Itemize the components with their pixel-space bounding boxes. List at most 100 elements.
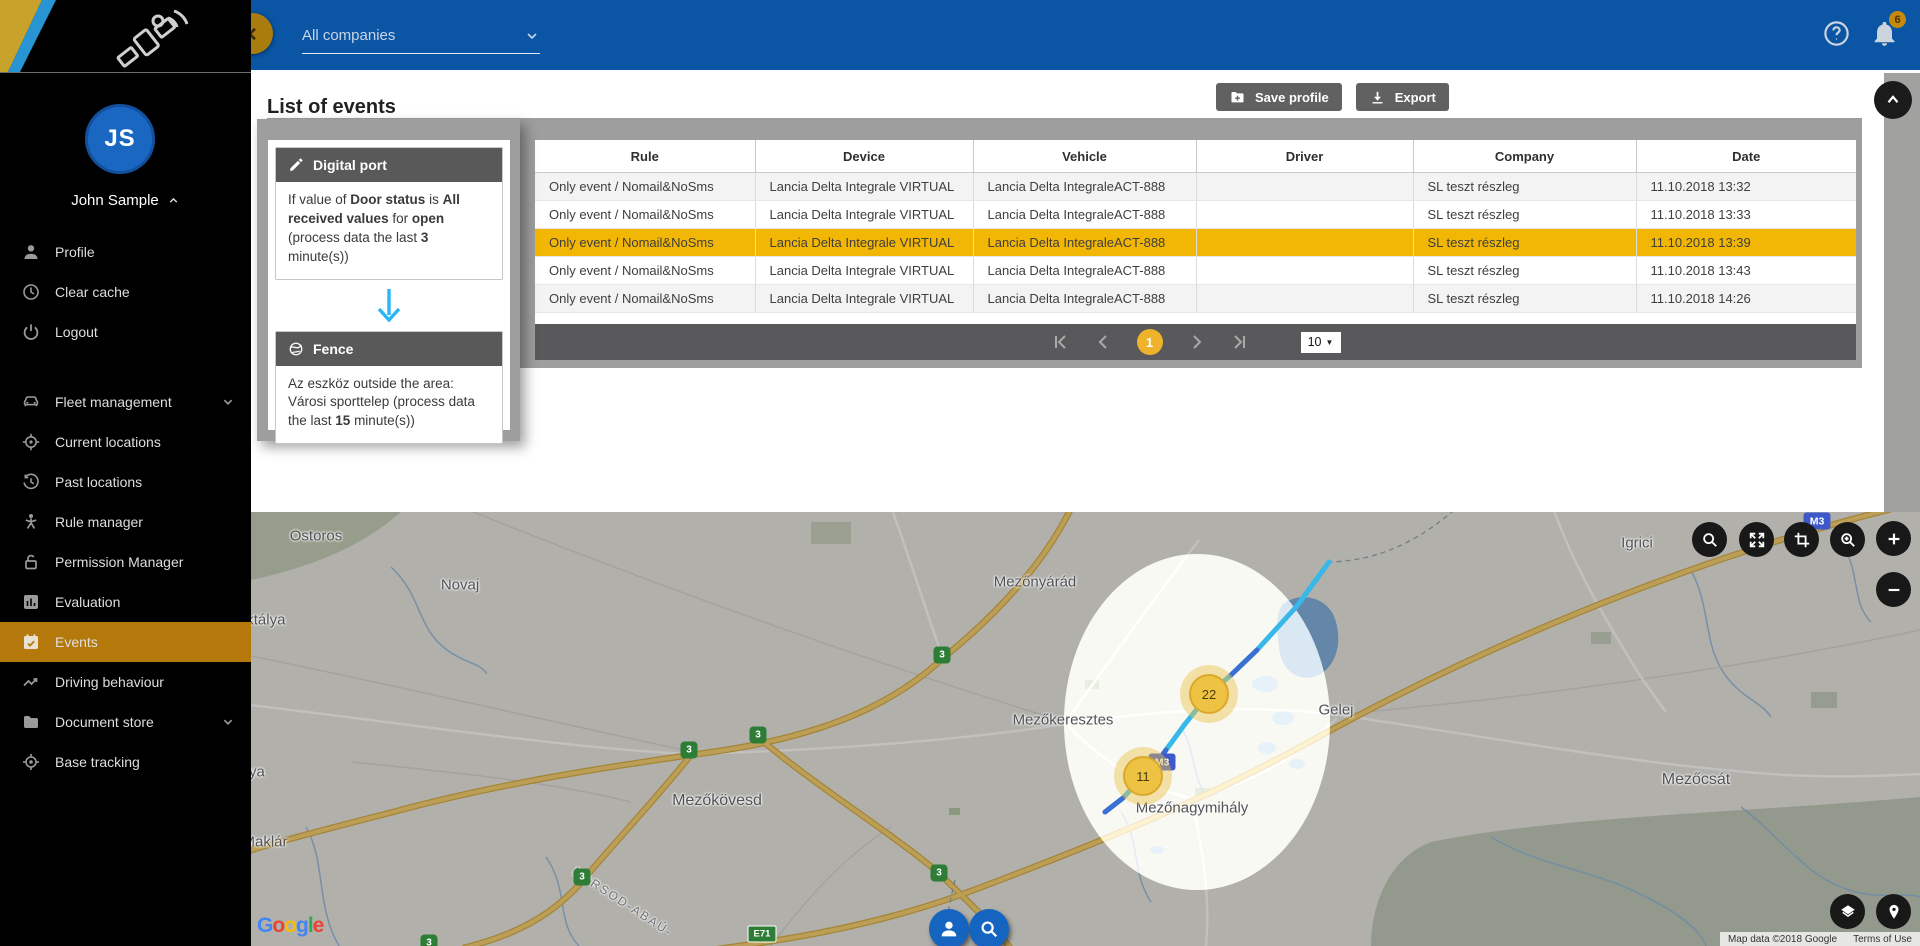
user-name: John Sample (71, 192, 159, 209)
table-row[interactable]: Only event / Nomail&NoSmsLancia Delta In… (535, 257, 1856, 285)
avatar[interactable]: JS (85, 104, 155, 174)
notifications-button[interactable]: 6 (1870, 19, 1899, 48)
sidebar-item-label: Fleet management (55, 394, 172, 410)
previous-page-button[interactable] (1094, 333, 1112, 351)
sidebar-item-clear-cache[interactable]: Clear cache (0, 272, 251, 312)
table-cell: Lancia Delta Integrale VIRTUAL (755, 229, 973, 257)
scroll-to-top-button[interactable] (1874, 81, 1912, 119)
sidebar-item-label: Current locations (55, 434, 161, 450)
history-icon (21, 472, 41, 492)
map-zoom-area-button[interactable] (1830, 522, 1865, 557)
sidebar-item-driving-behaviour[interactable]: Driving behaviour (0, 662, 251, 702)
help-icon (1822, 19, 1851, 48)
column-header[interactable]: Rule (535, 140, 755, 173)
rule-card-title: Fence (313, 341, 353, 357)
map-search-button[interactable] (1692, 522, 1727, 557)
export-label: Export (1395, 90, 1436, 105)
table-cell: Lancia Delta Integrale VIRTUAL (755, 201, 973, 229)
table-header-row: RuleDeviceVehicleDriverCompanyDate (535, 140, 1856, 173)
sidebar-item-label: Logout (55, 324, 98, 340)
export-button[interactable]: Export (1356, 83, 1449, 111)
table-row[interactable]: Only event / Nomail&NoSmsLancia Delta In… (535, 173, 1856, 201)
column-header[interactable]: Driver (1196, 140, 1413, 173)
map-zoom-out-button[interactable] (1876, 572, 1911, 607)
event-cluster-marker[interactable]: 22 (1180, 665, 1238, 723)
sidebar-item-events[interactable]: Events (0, 622, 251, 662)
chevron-up-icon (1884, 91, 1902, 109)
sidebar-item-label: Rule manager (55, 514, 143, 530)
table-cell: Only event / Nomail&NoSms (535, 173, 755, 201)
map-town-label: Gelej (1318, 702, 1353, 719)
table-cell: Lancia Delta IntegraleACT-888 (973, 229, 1196, 257)
rule-card-digital-port[interactable]: Digital port If value of Door status is … (275, 147, 503, 280)
road-badge-3: 3 (934, 647, 951, 664)
download-icon (1369, 89, 1386, 106)
map-layers-button[interactable] (1830, 894, 1865, 929)
current-page-indicator[interactable]: 1 (1137, 329, 1163, 355)
company-select[interactable]: All companies (302, 27, 540, 54)
road-badge-3: 3 (574, 869, 591, 886)
sidebar-item-document-store[interactable]: Document store (0, 702, 251, 742)
map-area-select-button[interactable] (1784, 522, 1819, 557)
table-cell (1196, 229, 1413, 257)
sidebar-item-label: Profile (55, 244, 95, 260)
table-cell: 11.10.2018 13:43 (1636, 257, 1856, 285)
terms-of-use-link[interactable]: Terms of Use (1853, 934, 1912, 945)
sidebar-item-logout[interactable]: Logout (0, 312, 251, 352)
driver-locator-button[interactable] (929, 909, 969, 946)
road-badge-e71: E71 (748, 926, 777, 943)
chevron-up-icon (167, 194, 180, 207)
my-location-button[interactable] (1876, 894, 1911, 929)
sidebar-item-base-tracking[interactable]: Base tracking (0, 742, 251, 782)
page-size-select[interactable]: 10 ▼ (1301, 332, 1341, 353)
table-cell: Lancia Delta Integrale VIRTUAL (755, 173, 973, 201)
search-icon (978, 918, 1000, 940)
table-row[interactable]: Only event / Nomail&NoSmsLancia Delta In… (535, 201, 1856, 229)
table-cell: Lancia Delta Integrale VIRTUAL (755, 285, 973, 313)
satellite-logo-icon (102, 4, 196, 68)
crosshair-icon (21, 432, 41, 452)
sidebar-item-profile[interactable]: Profile (0, 232, 251, 272)
last-page-button[interactable] (1231, 333, 1249, 351)
road-badge-3: 3 (681, 742, 698, 759)
sidebar-item-past-locations[interactable]: Past locations (0, 462, 251, 502)
sidebar-item-label: Base tracking (55, 754, 140, 770)
sidebar-item-fleet-management[interactable]: Fleet management (0, 382, 251, 422)
column-header[interactable]: Vehicle (973, 140, 1196, 173)
rule-card-fence[interactable]: Fence Az eszköz outside the area: Városi… (275, 331, 503, 445)
layers-icon (1839, 903, 1857, 921)
sidebar-item-label: Document store (55, 714, 154, 730)
scrollbar-track[interactable] (1884, 73, 1920, 512)
sidebar-item-current-locations[interactable]: Current locations (0, 422, 251, 462)
help-button[interactable] (1822, 19, 1851, 48)
map-canvas[interactable]: OstorosNovajMezőnyárádMezőkeresztesMezők… (251, 512, 1920, 946)
sidebar-item-evaluation[interactable]: Evaluation (0, 582, 251, 622)
column-header[interactable]: Date (1636, 140, 1856, 173)
event-cluster-marker[interactable]: 11 (1114, 747, 1172, 805)
next-page-button[interactable] (1188, 333, 1206, 351)
table-cell: Lancia Delta IntegraleACT-888 (973, 257, 1196, 285)
sidebar-item-permission-manager[interactable]: Permission Manager (0, 542, 251, 582)
events-table-body: Only event / Nomail&NoSmsLancia Delta In… (535, 173, 1856, 313)
sidebar-main-menu: Fleet management Current locations Past lo… (0, 382, 251, 782)
company-select-value: All companies (302, 27, 395, 44)
first-page-button[interactable] (1051, 333, 1069, 351)
marker-count: 11 (1123, 756, 1163, 796)
bar-chart-icon (21, 592, 41, 612)
sidebar-item-label: Events (55, 634, 98, 650)
column-header[interactable]: Device (755, 140, 973, 173)
map-fullscreen-button[interactable] (1739, 522, 1774, 557)
sidebar-item-rule-manager[interactable]: Rule manager (0, 502, 251, 542)
save-profile-button[interactable]: Save profile (1216, 83, 1342, 111)
map-town-label: Igrici (1621, 535, 1653, 552)
map-zoom-in-button[interactable] (1876, 521, 1911, 556)
table-row[interactable]: Only event / Nomail&NoSmsLancia Delta In… (535, 229, 1856, 257)
person-icon (938, 918, 960, 940)
sidebar-item-label: Permission Manager (55, 554, 183, 570)
map-find-button[interactable] (969, 909, 1009, 946)
page-size-value: 10 (1308, 335, 1322, 349)
table-row[interactable]: Only event / Nomail&NoSmsLancia Delta In… (535, 285, 1856, 313)
column-header[interactable]: Company (1413, 140, 1636, 173)
events-panel: List of events Save profile Export RuleD… (251, 70, 1920, 512)
user-menu[interactable]: John Sample (0, 192, 251, 209)
